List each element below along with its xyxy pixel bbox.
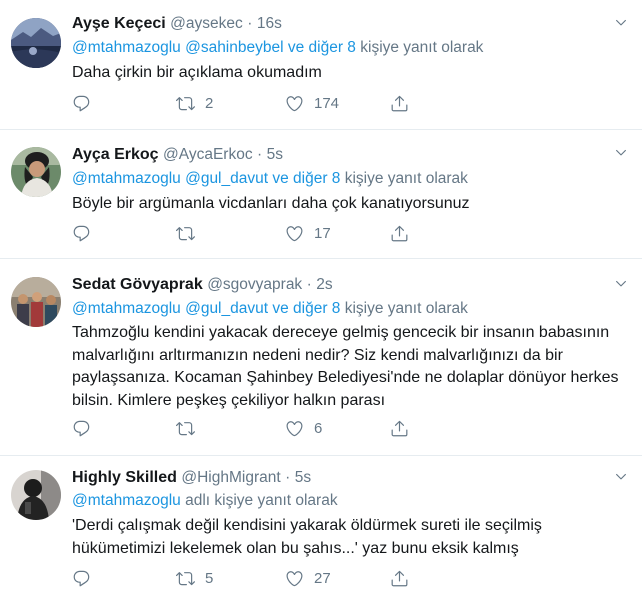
tweet-header: Ayça Erkoç @AycaErkoc · 5s	[72, 145, 283, 165]
separator-dot: ·	[257, 146, 263, 163]
like-button[interactable]: 6	[285, 417, 322, 439]
tweet-text-line: paylaşsanıza. Kocaman Şahinbey Belediyes…	[72, 369, 619, 386]
tweet[interactable]: Ayşe Keçeci @aysekec · 16s @mtahmazoglu …	[0, 0, 642, 130]
reply-context: @mtahmazoglu @gul_davut ve diğer 8 kişiy…	[72, 168, 468, 190]
tweet-header: Sedat Gövyaprak @sgovyaprak · 2s	[72, 275, 333, 295]
user-name[interactable]: Highly Skilled	[72, 469, 177, 486]
group-photo-avatar[interactable]	[11, 277, 61, 327]
landscape-photo-avatar[interactable]	[11, 18, 61, 68]
heart-icon	[285, 224, 304, 243]
share-icon	[390, 224, 409, 243]
user-handle[interactable]: @HighMigrant	[181, 469, 280, 486]
retweet-count: 2	[205, 94, 214, 112]
retweet-icon	[176, 569, 195, 588]
retweet-button[interactable]	[176, 417, 205, 439]
retweet-count: 5	[205, 569, 214, 587]
retweet-icon	[176, 419, 195, 438]
retweet-button[interactable]: 5	[176, 567, 213, 589]
dark-figure-avatar[interactable]	[11, 470, 61, 520]
reply-button[interactable]	[72, 92, 91, 114]
tweet-time[interactable]: 5s	[267, 146, 283, 163]
tweet[interactable]: Highly Skilled @HighMigrant · 5s @mtahma…	[0, 457, 642, 610]
tweet-actions: 17	[72, 222, 492, 244]
tweet[interactable]: Sedat Gövyaprak @sgovyaprak · 2s @mtahma…	[0, 260, 642, 456]
reply-mentions-link[interactable]: @mtahmazoglu @gul_davut ve diğer 8	[72, 300, 340, 317]
like-count: 27	[314, 569, 331, 587]
reply-mentions-link[interactable]: @mtahmazoglu @sahinbeybel ve diğer 8	[72, 39, 356, 56]
chevron-down-icon[interactable]	[614, 470, 628, 484]
tweet-text: Tahmzoğlu kendini yakacak dereceye gelmi…	[72, 322, 632, 412]
share-icon	[390, 419, 409, 438]
reply-context-suffix: adlı kişiye yanıt olarak	[180, 492, 338, 509]
reply-mentions-link[interactable]: @mtahmazoglu @gul_davut ve diğer 8	[72, 170, 340, 187]
reply-button[interactable]	[72, 417, 91, 439]
chevron-down-icon[interactable]	[614, 277, 628, 291]
tweet-text-line: Böyle bir argümanla vicdanları daha çok …	[72, 195, 470, 212]
user-handle[interactable]: @sgovyaprak	[207, 276, 302, 293]
share-button[interactable]	[390, 417, 409, 439]
reply-icon	[72, 224, 91, 243]
reply-context: @mtahmazoglu adlı kişiye yanıt olarak	[72, 490, 338, 512]
separator-dot: ·	[247, 15, 253, 32]
share-icon	[390, 94, 409, 113]
retweet-icon	[176, 224, 195, 243]
tweet-actions: 5 27	[72, 567, 492, 589]
reply-context-suffix: kişiye yanıt olarak	[340, 170, 468, 187]
reply-button[interactable]	[72, 567, 91, 589]
like-count: 6	[314, 419, 323, 437]
retweet-icon	[176, 94, 195, 113]
retweet-button[interactable]	[176, 222, 205, 244]
heart-icon	[285, 569, 304, 588]
reply-context-suffix: kişiye yanıt olarak	[355, 39, 484, 56]
tweet-actions: 2 174	[72, 92, 492, 114]
tweet-actions: 6	[72, 417, 492, 439]
reply-button[interactable]	[72, 222, 91, 244]
share-button[interactable]	[390, 567, 409, 589]
share-icon	[390, 569, 409, 588]
reply-icon	[72, 94, 91, 113]
tweet-text-line: hükümetimizi lekelemek olan bu şahıs...'…	[72, 539, 519, 557]
like-count: 174	[314, 94, 340, 112]
tweet-header: Highly Skilled @HighMigrant · 5s	[72, 468, 311, 488]
chevron-down-icon[interactable]	[614, 16, 628, 30]
heart-icon	[285, 94, 304, 113]
tweet-text: Daha çirkin bir açıklama okumadım	[72, 62, 632, 85]
tweet-time[interactable]: 2s	[316, 276, 332, 293]
tweet-header: Ayşe Keçeci @aysekec · 16s	[72, 14, 282, 34]
reply-mentions-link[interactable]: @mtahmazoglu	[72, 492, 181, 509]
share-button[interactable]	[390, 92, 409, 114]
reply-context-suffix: kişiye yanıt olarak	[340, 300, 468, 317]
reply-context: @mtahmazoglu @sahinbeybel ve diğer 8 kiş…	[72, 37, 483, 59]
user-handle[interactable]: @aysekec	[170, 15, 243, 32]
user-name[interactable]: Sedat Gövyaprak	[72, 276, 203, 293]
separator-dot: ·	[285, 469, 291, 486]
separator-dot: ·	[306, 276, 312, 293]
tweet-text-line: Daha çirkin bir açıklama okumadım	[72, 64, 322, 81]
reply-icon	[72, 569, 91, 588]
user-handle[interactable]: @AycaErkoc	[163, 146, 253, 163]
like-button[interactable]: 17	[285, 222, 331, 244]
user-name[interactable]: Ayça Erkoç	[72, 146, 159, 163]
user-name[interactable]: Ayşe Keçeci	[72, 15, 166, 32]
tweet-text-line: Tahmzoğlu kendini yakacak dereceye gelmi…	[72, 324, 610, 341]
reply-context: @mtahmazoglu @gul_davut ve diğer 8 kişiy…	[72, 298, 468, 320]
reply-icon	[72, 419, 91, 438]
heart-icon	[285, 419, 304, 438]
tweet-text-line: bilsin. Kimlere peşkeş çekiliyor halkın …	[72, 391, 386, 409]
tweet[interactable]: Ayça Erkoç @AycaErkoc · 5s @mtahmazoglu …	[0, 131, 642, 259]
tweet-text: 'Derdi çalışmak değil kendisini yakarak …	[72, 515, 632, 560]
share-button[interactable]	[390, 222, 409, 244]
like-button[interactable]: 27	[285, 567, 331, 589]
tweet-text-line: 'Derdi çalışmak değil kendisini yakarak …	[72, 517, 542, 534]
tweet-text: Böyle bir argümanla vicdanları daha çok …	[72, 193, 632, 216]
tweet-time[interactable]: 16s	[257, 15, 282, 32]
retweet-button[interactable]: 2	[176, 92, 213, 114]
like-button[interactable]: 174	[285, 92, 339, 114]
chevron-down-icon[interactable]	[614, 146, 628, 160]
tweet-text-line: malvarlığını arltırmanızın nedeni nedir?…	[72, 346, 563, 364]
person-photo-avatar[interactable]	[11, 147, 61, 197]
like-count: 17	[314, 224, 331, 242]
tweet-time[interactable]: 5s	[295, 469, 311, 486]
